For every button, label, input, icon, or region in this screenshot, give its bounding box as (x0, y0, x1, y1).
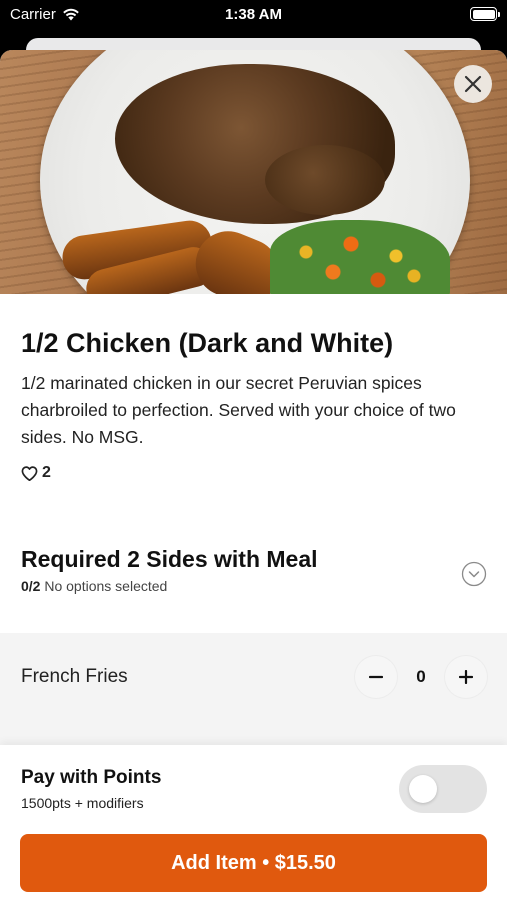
clock: 1:38 AM (225, 6, 282, 23)
item-photo (0, 50, 507, 294)
item-detail-sheet: 1/2 Chicken (Dark and White) 1/2 marinat… (0, 50, 507, 900)
heart-icon (21, 465, 38, 481)
selection-count: 0/2 (21, 578, 41, 594)
item-description: 1/2 marinated chicken in our secret Peru… (21, 373, 456, 447)
item-title: 1/2 Chicken (Dark and White) (21, 328, 394, 358)
chevron-down-icon[interactable] (461, 561, 487, 587)
modifier-group-status: 0/2 No options selected (21, 578, 487, 594)
increase-button[interactable] (445, 656, 487, 698)
plus-icon (459, 670, 473, 684)
selection-status: No options selected (44, 578, 168, 594)
checkout-bar: Pay with Points 1500pts + modifiers Add … (0, 745, 507, 900)
quantity-stepper: 0 (355, 656, 487, 698)
modifier-group-header[interactable]: Required 2 Sides with Meal 0/2 No option… (21, 544, 487, 594)
pay-with-points-toggle[interactable] (399, 765, 487, 813)
item-info: 1/2 Chicken (Dark and White) 1/2 marinat… (21, 326, 491, 482)
toggle-knob (409, 775, 437, 803)
quantity-value: 0 (416, 667, 426, 686)
pay-with-points-title: Pay with Points (21, 767, 162, 788)
pay-with-points-subtitle: 1500pts + modifiers (21, 795, 144, 811)
battery-icon (470, 7, 500, 21)
close-button[interactable] (454, 65, 492, 103)
option-name: French Fries (21, 666, 128, 687)
decrease-button[interactable] (355, 656, 397, 698)
like-count: 2 (42, 464, 51, 481)
minus-icon (369, 675, 383, 679)
close-icon (464, 75, 482, 93)
status-bar: Carrier 1:38 AM (0, 0, 507, 30)
modifier-group-title: Required 2 Sides with Meal (21, 546, 318, 572)
add-item-button[interactable]: Add Item • $15.50 (20, 834, 487, 892)
option-row-french-fries: French Fries 0 (0, 633, 507, 745)
like-button[interactable]: 2 (21, 464, 491, 482)
